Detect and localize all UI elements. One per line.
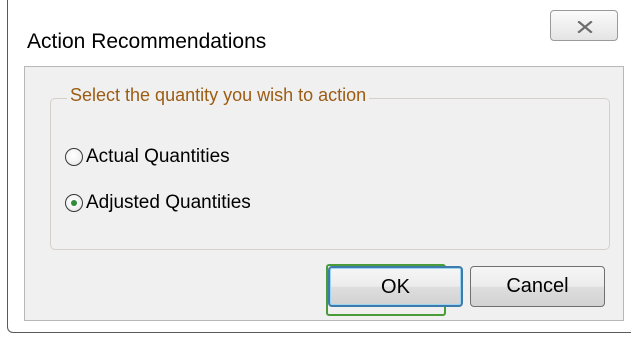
group-legend: Select the quantity you wish to action: [67, 85, 370, 106]
close-button[interactable]: [550, 10, 618, 41]
dialog-title: Action Recommendations: [27, 30, 267, 53]
radio-label: Actual Quantities: [86, 146, 230, 167]
close-x-icon: [577, 21, 593, 33]
ok-button[interactable]: OK: [328, 266, 463, 307]
radio-actual-quantities[interactable]: Actual Quantities: [65, 144, 230, 170]
quantity-group: Select the quantity you wish to action A…: [50, 85, 610, 250]
dialog-body: Select the quantity you wish to action A…: [24, 66, 624, 321]
radio-button-selected[interactable]: [65, 194, 83, 212]
cancel-button[interactable]: Cancel: [470, 266, 605, 307]
radio-adjusted-quantities[interactable]: Adjusted Quantities: [65, 190, 251, 216]
dialog-window: Action Recommendations Select the quanti…: [7, 0, 631, 333]
radio-label: Adjusted Quantities: [86, 192, 251, 213]
radio-button[interactable]: [65, 148, 83, 166]
